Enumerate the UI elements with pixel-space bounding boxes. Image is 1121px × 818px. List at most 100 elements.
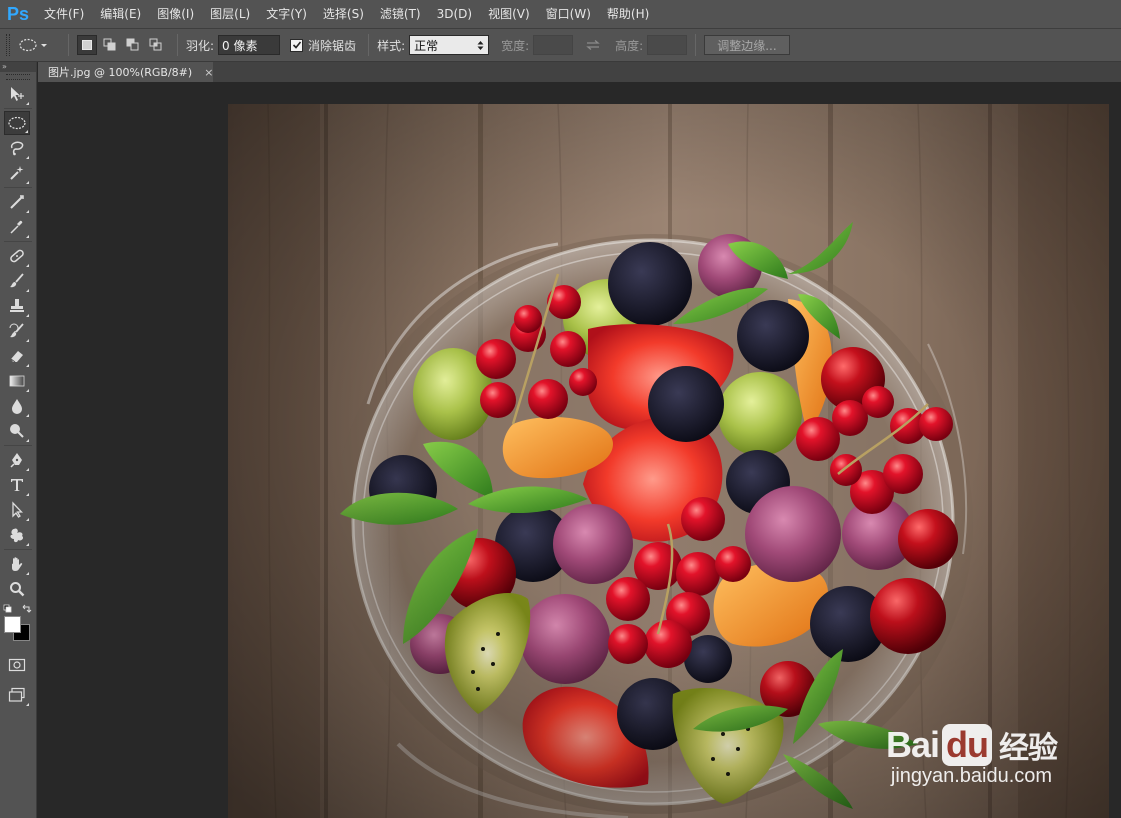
updown-arrows-icon (477, 40, 484, 50)
fruit-bowl-photo (228, 104, 1109, 818)
subtract-from-selection-button[interactable] (123, 35, 143, 55)
brush-tool-icon (10, 273, 24, 288)
path-selection-tool[interactable] (4, 498, 30, 522)
width-label: 宽度: (501, 38, 530, 53)
menu-image[interactable]: 图像(I) (149, 0, 202, 28)
style-label: 样式: (377, 38, 406, 53)
baidu-jingyan-watermark: Bai du 经验 jingyan.baidu.com (886, 723, 1058, 788)
type-tool[interactable] (4, 473, 30, 497)
hand-tool[interactable] (4, 552, 30, 576)
document-tab[interactable]: 图片.jpg @ 100%(RGB/8#) × (38, 62, 213, 82)
document-tab-bar: 图片.jpg @ 100%(RGB/8#) × (38, 62, 1121, 82)
width-input[interactable] (533, 35, 574, 55)
expand-panel-icon[interactable]: » (2, 62, 7, 71)
tools-panel-header[interactable]: » (0, 62, 36, 72)
menu-select[interactable]: 选择(S) (315, 0, 372, 28)
intersect-selection-button[interactable] (146, 35, 166, 55)
menu-file[interactable]: 文件(F) (36, 0, 92, 28)
brush-tool[interactable] (4, 269, 30, 293)
document-tab-title: 图片.jpg @ 100%(RGB/8#) (48, 66, 193, 79)
quick-mask-icon (8, 658, 26, 672)
tools-panel: » (0, 62, 37, 818)
separator (177, 34, 178, 56)
menu-bar: Ps 文件(F) 编辑(E) 图像(I) 图层(L) 文字(Y) 选择(S) 滤… (0, 0, 1121, 28)
crop-tool[interactable] (4, 190, 30, 214)
menu-layer[interactable]: 图层(L) (202, 0, 258, 28)
menu-edit[interactable]: 编辑(E) (92, 0, 149, 28)
blur-tool-icon (12, 399, 22, 414)
zoom-tool[interactable] (4, 577, 30, 601)
antialias-checkbox[interactable] (290, 38, 304, 52)
elliptical-marquee-tool-icon (8, 116, 26, 130)
feather-input[interactable]: 0 像素 (218, 35, 281, 55)
menu-view[interactable]: 视图(V) (480, 0, 538, 28)
tools-panel-grip[interactable] (6, 74, 30, 80)
menu-3d[interactable]: 3D(D) (429, 0, 480, 28)
menu-help[interactable]: 帮助(H) (599, 0, 657, 28)
pen-tool-icon (10, 453, 22, 468)
clone-stamp-tool[interactable] (4, 294, 30, 318)
dodge-tool[interactable] (4, 419, 30, 443)
screen-mode-button[interactable] (4, 683, 30, 707)
tool-preset-picker[interactable] (18, 33, 60, 57)
quick-mask-button[interactable] (4, 653, 30, 677)
move-tool[interactable] (4, 82, 30, 106)
history-brush-tool[interactable] (4, 319, 30, 343)
custom-shape-tool[interactable] (4, 523, 30, 547)
canvas-area[interactable]: Bai du 经验 jingyan.baidu.com (38, 82, 1121, 818)
history-brush-tool-icon (9, 323, 24, 338)
hand-tool-icon (12, 557, 23, 571)
menu-type[interactable]: 文字(Y) (258, 0, 315, 28)
clone-stamp-tool-icon (10, 299, 24, 312)
intersect-selection-icon (149, 38, 162, 51)
custom-shape-tool-icon (10, 528, 24, 543)
healing-brush-tool-icon (10, 249, 24, 263)
menu-window[interactable]: 窗口(W) (538, 0, 599, 28)
chevron-down-icon (41, 44, 47, 47)
path-selection-tool-icon (12, 501, 24, 518)
default-swap-colors-icon[interactable] (3, 604, 33, 614)
options-bar-grip[interactable] (6, 34, 10, 56)
pen-tool[interactable] (4, 448, 30, 472)
canvas-image[interactable]: Bai du 经验 jingyan.baidu.com (228, 104, 1109, 818)
crop-tool-icon (10, 195, 24, 209)
menu-filter[interactable]: 滤镜(T) (372, 0, 429, 28)
magic-wand-tool[interactable] (4, 161, 30, 185)
screen-mode-icon (8, 687, 25, 702)
gradient-tool[interactable] (4, 369, 30, 393)
ellipse-preset-icon (19, 38, 37, 52)
color-swatches (0, 602, 37, 652)
eyedropper-tool-icon (10, 220, 23, 234)
style-select-value: 正常 (414, 38, 439, 53)
style-select[interactable]: 正常 (409, 35, 490, 55)
swap-dimensions-icon[interactable] (585, 39, 601, 51)
healing-brush-tool[interactable] (4, 244, 30, 268)
paw-du-badge: du (942, 724, 992, 766)
eyedropper-tool[interactable] (4, 215, 30, 239)
magic-wand-tool-icon (10, 166, 24, 180)
subtract-from-selection-icon (126, 38, 139, 51)
separator (695, 34, 697, 56)
lasso-tool[interactable] (4, 136, 30, 160)
eraser-tool-icon (10, 351, 23, 363)
options-bar: 羽化: 0 像素 消除锯齿 样式: 正常 宽度: 高度: 调整边缘... (0, 28, 1121, 62)
close-icon[interactable]: × (204, 66, 213, 79)
antialias-label: 消除锯齿 (308, 38, 357, 53)
photoshop-logo: Ps (6, 3, 30, 24)
blur-tool[interactable] (4, 394, 30, 418)
add-to-selection-icon (103, 38, 116, 51)
foreground-color-swatch[interactable] (4, 616, 21, 633)
new-selection-icon (82, 40, 92, 50)
lasso-tool-icon (10, 141, 24, 156)
add-to-selection-button[interactable] (100, 35, 120, 55)
feather-label: 羽化: (186, 38, 215, 53)
refine-edge-button[interactable]: 调整边缘... (704, 35, 790, 55)
new-selection-button[interactable] (77, 35, 97, 55)
elliptical-marquee-tool[interactable] (4, 111, 30, 135)
height-input[interactable] (647, 35, 688, 55)
dodge-tool-icon (10, 424, 24, 438)
gradient-tool-icon (9, 375, 25, 387)
eraser-tool[interactable] (4, 344, 30, 368)
checkmark-icon (292, 41, 301, 49)
height-label: 高度: (615, 38, 644, 53)
